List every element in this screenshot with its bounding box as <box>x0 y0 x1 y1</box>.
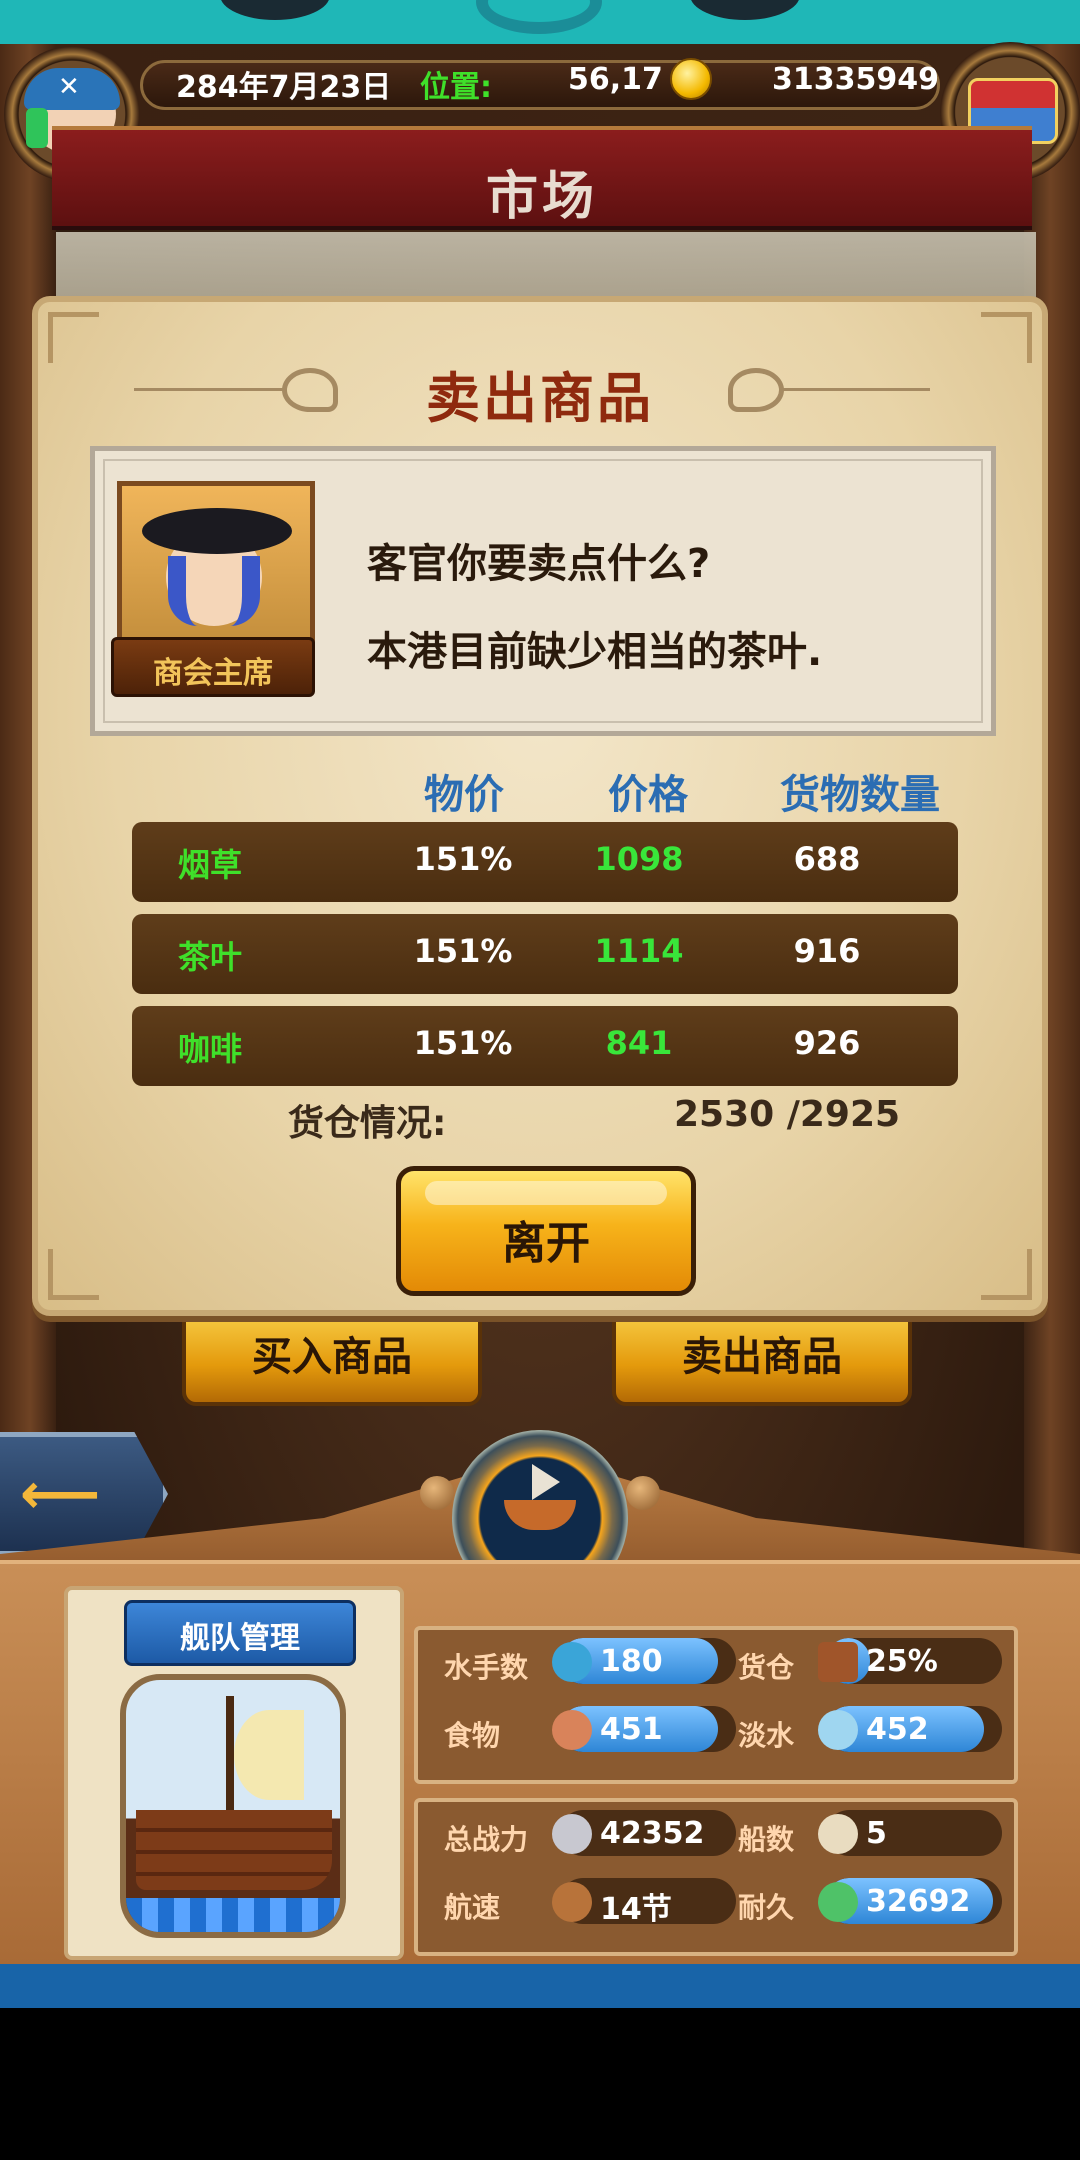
leave-button[interactable]: 离开 <box>396 1166 696 1296</box>
screen-title: 市场 <box>485 167 598 227</box>
goods-quantity: 926 <box>793 1024 861 1062</box>
goods-rate: 151% <box>413 932 513 970</box>
crest-knob <box>626 1476 660 1510</box>
avatar-hair <box>26 108 48 148</box>
npc-dialogue-line-1: 客官你要卖点什么? <box>367 541 711 587</box>
sell-dialog: 卖出商品 商会主席 客官你要卖点什么? 本港目前缺少相当的茶叶. 物价 价格 货… <box>32 296 1048 1316</box>
goods-row-coffee[interactable]: 咖啡 151% 841 926 <box>132 1006 958 1086</box>
fleet-management-label: 舰队管理 <box>180 1621 300 1656</box>
fleet-ship-image[interactable] <box>120 1674 346 1938</box>
goods-row-tea[interactable]: 茶叶 151% 1114 916 <box>132 914 958 994</box>
back-button[interactable]: ⟵ <box>0 1432 168 1556</box>
game-screen: 284年7月23日 位置: 56,17 31335949 ✕ 市场 买入商品 卖… <box>0 0 1080 2160</box>
speed-label: 航速 <box>444 1891 501 1924</box>
dialog-corner <box>981 1249 1032 1300</box>
npc-role: 商会主席 <box>153 656 273 691</box>
npc-hair <box>168 556 260 626</box>
position-label: 位置: <box>420 70 492 105</box>
top-decoration <box>690 0 800 20</box>
dialog-title: 卖出商品 <box>426 367 654 430</box>
npc-hat <box>142 508 292 554</box>
power-label: 总战力 <box>444 1823 529 1856</box>
ship-water <box>126 1898 340 1932</box>
water-value: 452 <box>866 1712 929 1747</box>
sail-icon <box>818 1814 858 1854</box>
water-label: 淡水 <box>738 1719 795 1752</box>
swords-icon <box>552 1814 592 1854</box>
buy-goods-button[interactable]: 买入商品 <box>182 1306 482 1406</box>
goods-rate: 151% <box>413 840 513 878</box>
storage-label: 货仓情况: <box>288 1103 447 1144</box>
column-header-quantity: 货物数量 <box>780 772 940 818</box>
speed-value: 14节 <box>600 1892 672 1924</box>
dialog-corner <box>48 1249 99 1300</box>
sail-icon <box>532 1464 560 1500</box>
anchor-ship-icon <box>818 1882 858 1922</box>
fleet-management-button[interactable]: 舰队管理 <box>124 1600 356 1666</box>
npc-panel: 商会主席 客官你要卖点什么? 本港目前缺少相当的茶叶. <box>90 446 996 736</box>
boat-icon <box>552 1882 592 1922</box>
top-decoration <box>220 0 330 20</box>
gold-amount: 31335949 <box>772 62 939 97</box>
goods-price: 1114 <box>594 932 684 970</box>
sailors-value: 180 <box>600 1644 663 1679</box>
status-header: 284年7月23日 位置: 56,17 31335949 <box>0 44 1080 124</box>
boat-icon <box>504 1500 576 1530</box>
crest-knob <box>420 1476 454 1510</box>
top-decoration-ring <box>476 0 602 34</box>
ship-hull <box>136 1810 332 1890</box>
sailor-icon <box>552 1642 592 1682</box>
ships-value: 5 <box>866 1816 887 1851</box>
goods-price: 1098 <box>594 840 684 878</box>
goods-quantity: 688 <box>793 840 861 878</box>
cargo-value: 25% <box>866 1644 938 1679</box>
buy-goods-label: 买入商品 <box>252 1334 412 1380</box>
goods-price: 841 <box>605 1024 673 1062</box>
water-jug-icon <box>818 1710 858 1750</box>
top-strip <box>0 0 1080 44</box>
ships-label: 船数 <box>738 1823 795 1856</box>
game-date: 284年7月23日 <box>176 70 392 105</box>
button-shine <box>425 1181 667 1205</box>
food-label: 食物 <box>444 1719 501 1752</box>
npc-dialogue-line-2: 本港目前缺少相当的茶叶. <box>367 629 823 675</box>
back-arrow-icon: ⟵ <box>20 1462 101 1527</box>
leave-label: 离开 <box>502 1218 590 1269</box>
coin-icon <box>670 58 712 100</box>
meat-icon <box>552 1710 592 1750</box>
goods-name: 茶叶 <box>178 938 243 976</box>
goods-name: 咖啡 <box>178 1030 243 1068</box>
bottom-bar <box>0 1964 1080 2008</box>
sell-goods-button[interactable]: 卖出商品 <box>612 1306 912 1406</box>
sell-goods-label: 卖出商品 <box>682 1334 842 1380</box>
ship-sail <box>234 1710 304 1800</box>
storage-value: 2530 /2925 <box>674 1094 901 1135</box>
position-value: 56,17 <box>568 62 663 97</box>
goods-name: 烟草 <box>178 846 243 884</box>
durability-value: 32692 <box>866 1884 971 1919</box>
column-header-rate: 物价 <box>424 772 504 818</box>
goods-row-tobacco[interactable]: 烟草 151% 1098 688 <box>132 822 958 902</box>
column-header-price: 价格 <box>608 772 688 818</box>
durability-label: 耐久 <box>738 1891 795 1924</box>
cargo-label: 货仓 <box>738 1651 795 1684</box>
npc-role-badge: 商会主席 <box>111 637 315 697</box>
food-value: 451 <box>600 1712 663 1747</box>
goods-rate: 151% <box>413 1024 513 1062</box>
skull-icon: ✕ <box>58 72 80 102</box>
crate-icon <box>818 1642 858 1682</box>
market-title-bar: 市场 <box>52 126 1032 230</box>
sailors-label: 水手数 <box>444 1651 529 1684</box>
power-value: 42352 <box>600 1816 705 1851</box>
goods-quantity: 916 <box>793 932 861 970</box>
